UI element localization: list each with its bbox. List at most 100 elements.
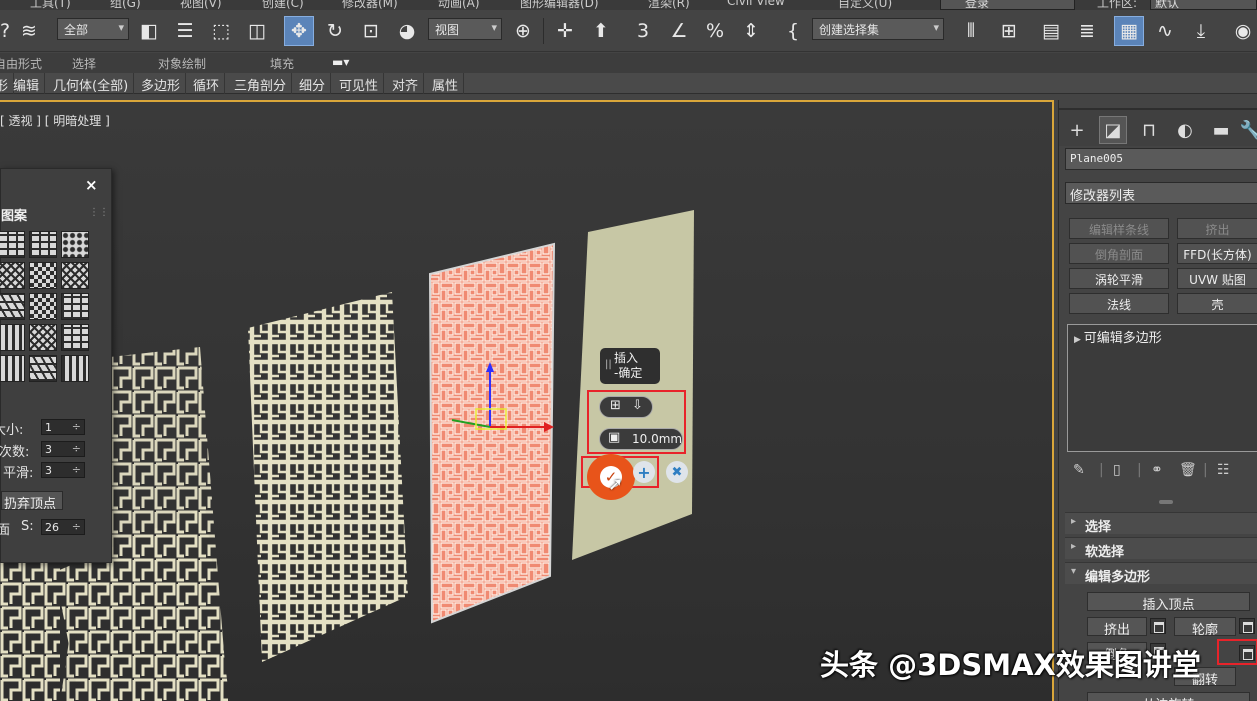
tab-edit[interactable]: 编辑	[8, 73, 46, 94]
pattern-swatch[interactable]	[0, 262, 25, 289]
outline-button[interactable]: 轮廓	[1174, 617, 1236, 636]
menu-group[interactable]: 组(G)	[110, 0, 141, 10]
select-and-place-icon[interactable]: ◕	[392, 16, 422, 46]
s-spinner[interactable]: 26	[41, 519, 85, 535]
size-spinner[interactable]: 1	[41, 419, 85, 435]
layer-explorer-icon[interactable]: ≣	[1072, 16, 1102, 46]
discard-vertices-button[interactable]: 扔弃顶点	[1, 491, 63, 512]
bind-space-warp-icon[interactable]: ≋	[14, 16, 44, 46]
pattern-swatch[interactable]	[0, 293, 25, 320]
show-end-result-icon[interactable]: ▯	[1113, 462, 1121, 478]
tab-visibility[interactable]: 可见性	[334, 73, 385, 94]
selection-filter-dropdown[interactable]: 全部	[57, 18, 129, 40]
smooth-spinner[interactable]: 3	[41, 462, 85, 478]
pattern-swatch[interactable]	[29, 355, 57, 382]
modifier-list-dropdown[interactable]: 修改器列表	[1065, 182, 1257, 204]
rollout-soft-selection[interactable]: 软选择	[1065, 537, 1257, 560]
extrude-button[interactable]: 挤出	[1087, 617, 1147, 636]
configure-sets-icon[interactable]: ☷	[1217, 462, 1230, 478]
ribbon-label-modeling[interactable]: 自由形式	[0, 55, 42, 72]
select-by-name-icon[interactable]: ☰	[170, 16, 200, 46]
insert-vertex-button[interactable]: 插入顶点	[1087, 592, 1250, 611]
select-object-icon[interactable]: ◧	[134, 16, 164, 46]
tab-polygons[interactable]: 多边形	[136, 73, 187, 94]
login-dropdown[interactable]: 登录	[940, 0, 1075, 10]
uvw-map-button[interactable]: UVW 贴图	[1177, 268, 1257, 289]
ribbon-label-selection[interactable]: 选择	[72, 55, 96, 72]
spinner-snap-icon[interactable]: ⇕	[736, 16, 766, 46]
blank-plane[interactable]	[572, 210, 694, 560]
pattern-swatch[interactable]	[29, 231, 57, 258]
menu-rendering[interactable]: 渲染(R)	[648, 0, 690, 10]
pattern-swatch[interactable]	[29, 324, 57, 351]
extrude-modifier-button[interactable]: 挤出	[1177, 218, 1257, 239]
rollout-selection[interactable]: 选择	[1065, 512, 1257, 535]
percent-snap-icon[interactable]: %	[700, 16, 730, 46]
pattern-swatch[interactable]	[61, 262, 89, 289]
select-manipulate-icon[interactable]: ✛	[550, 16, 580, 46]
inset-amount-field[interactable]: ▣ 10.0mm	[599, 428, 683, 450]
bevel-profile-button[interactable]: 倒角剖面	[1069, 243, 1169, 264]
pin-stack-icon[interactable]: ✎	[1073, 462, 1085, 478]
pattern-swatch[interactable]	[29, 293, 57, 320]
iterations-spinner[interactable]: 3	[41, 441, 85, 457]
rollout-grip[interactable]	[1159, 500, 1173, 504]
select-and-rotate-icon[interactable]: ↻	[320, 16, 350, 46]
lattice-panel[interactable]	[248, 292, 408, 662]
menu-tools[interactable]: 工具(T)	[30, 0, 71, 10]
pattern-swatch[interactable]	[61, 231, 89, 258]
menu-graph-editors[interactable]: 图形编辑器(D)	[520, 0, 599, 10]
workspace-dropdown[interactable]: 默认	[1150, 0, 1257, 10]
menu-view[interactable]: 视图(V)	[180, 0, 222, 10]
pattern-swatch[interactable]	[61, 324, 89, 351]
inset-by-group-field[interactable]: ⊞ ⇩	[599, 396, 653, 418]
edit-spline-button[interactable]: 编辑样条线	[1069, 218, 1169, 239]
menu-customize[interactable]: 自定义(U)	[838, 0, 892, 10]
turbosmooth-button[interactable]: 涡轮平滑	[1069, 268, 1169, 289]
inset-caddy-title[interactable]: 插入 -确定	[600, 348, 660, 384]
display-tab-icon[interactable]: ▬	[1207, 116, 1235, 144]
rollout-edit-polygons[interactable]: 编辑多边形	[1065, 562, 1257, 585]
grip-icon[interactable]: ⋮⋮	[89, 207, 109, 218]
outline-settings-icon[interactable]	[1239, 618, 1255, 634]
remove-modifier-icon[interactable]: 🗑	[1179, 462, 1197, 478]
select-and-move-icon[interactable]: ✥	[284, 16, 314, 46]
pivot-center-icon[interactable]: ⊕	[508, 16, 538, 46]
apply-and-continue-button[interactable]: +	[633, 461, 655, 483]
keyboard-shortcut-override-icon[interactable]: ⬆	[586, 16, 616, 46]
snaps-toggle-icon[interactable]: 3	[628, 16, 658, 46]
normal-button[interactable]: 法线	[1069, 293, 1169, 314]
material-editor-icon[interactable]: ◉	[1228, 16, 1257, 46]
pattern-swatch[interactable]	[61, 293, 89, 320]
tab-subdivision[interactable]: 细分	[294, 73, 332, 94]
selected-brick-panel[interactable]	[428, 242, 556, 624]
scene-geometry[interactable]	[0, 102, 1054, 701]
pattern-swatch[interactable]	[29, 262, 57, 289]
pattern-swatch[interactable]	[0, 355, 25, 382]
menu-animation[interactable]: 动画(A)	[438, 0, 480, 10]
expand-arrow-icon[interactable]: ▶	[1074, 335, 1084, 345]
make-unique-icon[interactable]: ⚭	[1151, 462, 1163, 478]
scene-explorer-icon[interactable]: ▤	[1036, 16, 1066, 46]
pattern-swatch[interactable]	[61, 355, 89, 382]
create-tab-icon[interactable]: +	[1063, 116, 1091, 144]
rectangular-selection-icon[interactable]: ⬚	[206, 16, 236, 46]
curve-editor-icon[interactable]: ∿	[1150, 16, 1180, 46]
tab-triangulation[interactable]: 三角剖分	[229, 73, 293, 94]
window-crossing-icon[interactable]: ◫	[242, 16, 272, 46]
utilities-tab-icon[interactable]: 🔧	[1237, 116, 1257, 144]
close-icon[interactable]: ×	[85, 176, 98, 194]
menu-civil-view[interactable]: Civil View	[727, 0, 785, 8]
ribbon-label-object-paint[interactable]: 对象绘制	[158, 55, 206, 72]
ribbon-label-populate[interactable]: 填充	[270, 55, 294, 72]
align-icon[interactable]: ⊞	[994, 16, 1024, 46]
extrude-settings-icon[interactable]	[1150, 618, 1166, 634]
perspective-viewport[interactable]: [ 透视 ] [ 明暗处理 ] × 图案 ⋮⋮ 小: 1 ÷ 次数: 3 ÷ 平…	[0, 100, 1054, 701]
shell-button[interactable]: 壳	[1177, 293, 1257, 314]
select-and-scale-icon[interactable]: ⊡	[356, 16, 386, 46]
mirror-icon[interactable]: ⫴	[956, 16, 986, 46]
tab-align[interactable]: 对齐	[387, 73, 425, 94]
cancel-button[interactable]: ✖	[666, 461, 688, 483]
pattern-swatch[interactable]	[0, 231, 25, 258]
pattern-swatch[interactable]	[0, 324, 25, 351]
